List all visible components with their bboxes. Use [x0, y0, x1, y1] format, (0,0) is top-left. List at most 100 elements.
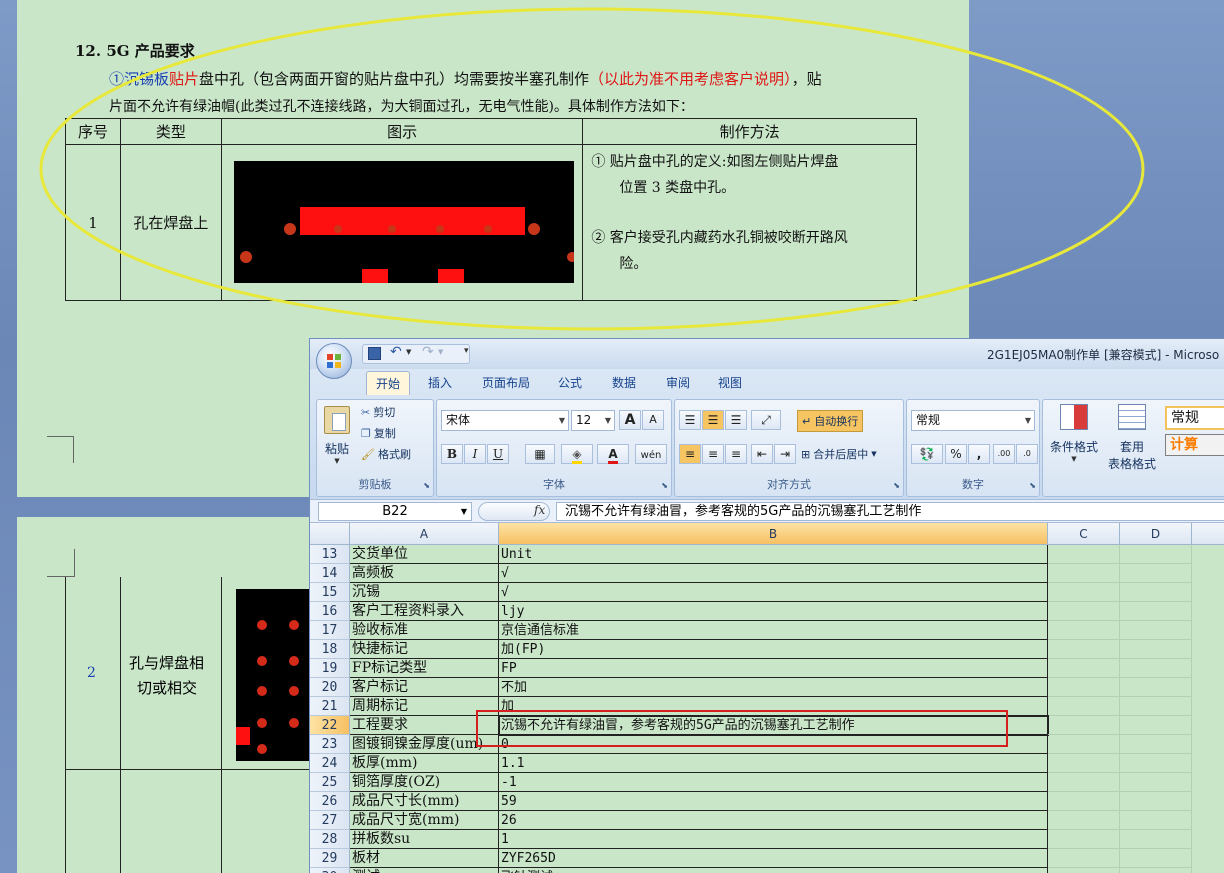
row-header[interactable]: 22 — [310, 716, 350, 735]
redo-dropdown-icon[interactable]: ▼ — [438, 348, 443, 356]
format-painter-button[interactable]: 🖌 格式刷 — [361, 446, 411, 462]
wrap-text-button[interactable]: ↵ 自动换行 — [797, 410, 864, 432]
cell-c[interactable] — [1048, 678, 1120, 697]
cell-d[interactable] — [1120, 716, 1192, 735]
customize-qat-icon[interactable]: ▾ — [464, 346, 469, 356]
undo-icon[interactable]: ↶ — [390, 344, 402, 360]
row-header[interactable]: 16 — [310, 602, 350, 621]
cell-b[interactable]: ZYF265D — [499, 849, 1048, 868]
save-icon[interactable] — [368, 347, 381, 360]
cell-d[interactable] — [1120, 659, 1192, 678]
row-header[interactable]: 26 — [310, 792, 350, 811]
row-header[interactable]: 13 — [310, 545, 350, 564]
align-bottom-button[interactable]: ☰ — [725, 410, 747, 430]
row-header[interactable]: 14 — [310, 564, 350, 583]
cell-d[interactable] — [1120, 545, 1192, 564]
tab-insert[interactable]: 插入 — [420, 371, 460, 395]
tab-review[interactable]: 审阅 — [660, 371, 696, 395]
cell-d[interactable] — [1120, 754, 1192, 773]
currency-button[interactable]: 💱 — [911, 444, 943, 464]
cell-c[interactable] — [1048, 868, 1120, 873]
cell-d[interactable] — [1120, 773, 1192, 792]
spreadsheet-grid[interactable]: A B C D 13 交货单位 Unit 14 高频板 √ 15 沉锡 √ 16 客户工程资料录入 l… — [310, 523, 1224, 873]
cell-b[interactable]: ljy — [499, 602, 1048, 621]
align-right-button[interactable]: ≡ — [725, 444, 747, 464]
row-header[interactable]: 30 — [310, 868, 350, 873]
cell-b[interactable]: √ — [499, 583, 1048, 602]
column-header-d[interactable]: D — [1120, 523, 1192, 545]
decrease-decimal-button[interactable]: .0 — [1016, 444, 1038, 464]
align-center-button[interactable]: ≡ — [702, 444, 724, 464]
alignment-launcher-icon[interactable]: ⬊ — [893, 481, 900, 490]
cell-a[interactable]: 客户工程资料录入 — [350, 602, 499, 621]
percent-button[interactable]: % — [945, 444, 967, 464]
cell-b[interactable]: 26 — [499, 811, 1048, 830]
row-header[interactable]: 15 — [310, 583, 350, 602]
cell-a[interactable]: 拼板数su — [350, 830, 499, 849]
redo-icon[interactable]: ↷ — [422, 344, 434, 360]
insert-function-icon[interactable]: fx — [534, 503, 545, 517]
cell-style-calculation[interactable]: 计算 — [1165, 434, 1224, 456]
row-header[interactable]: 24 — [310, 754, 350, 773]
cell-d[interactable] — [1120, 678, 1192, 697]
cell-d[interactable] — [1120, 735, 1192, 754]
cell-a[interactable]: 沉锡 — [350, 583, 499, 602]
clipboard-launcher-icon[interactable]: ⬊ — [423, 481, 430, 490]
column-header-e[interactable] — [1192, 523, 1224, 545]
tab-view[interactable]: 视图 — [712, 371, 748, 395]
cell-b[interactable]: FP — [499, 659, 1048, 678]
paste-button[interactable]: 粘贴 ▼ — [321, 404, 353, 468]
align-middle-button[interactable]: ☰ — [702, 410, 724, 430]
font-size-select[interactable]: 12 ▼ — [571, 410, 615, 431]
cell-b[interactable]: √ — [499, 564, 1048, 583]
grow-font-button[interactable]: A — [619, 410, 641, 430]
cell-a[interactable]: 测试 — [350, 868, 499, 873]
cell-c[interactable] — [1048, 659, 1120, 678]
font-color-button[interactable]: A — [597, 444, 629, 464]
cell-a[interactable]: 成品尺寸长(mm) — [350, 792, 499, 811]
cell-a[interactable]: 高频板 — [350, 564, 499, 583]
tab-home[interactable]: 开始 — [366, 371, 410, 395]
cell-b[interactable]: 京信通信标准 — [499, 621, 1048, 640]
cell-b[interactable]: 1 — [499, 830, 1048, 849]
cell-d[interactable] — [1120, 868, 1192, 873]
decrease-indent-button[interactable]: ⇤ — [751, 444, 773, 464]
cell-a[interactable]: 板材 — [350, 849, 499, 868]
borders-button[interactable]: ▦ — [525, 444, 555, 464]
cell-a[interactable]: 快捷标记 — [350, 640, 499, 659]
row-header[interactable]: 23 — [310, 735, 350, 754]
cell-c[interactable] — [1048, 754, 1120, 773]
cell-d[interactable] — [1120, 697, 1192, 716]
column-header-c[interactable]: C — [1048, 523, 1120, 545]
increase-decimal-button[interactable]: .00 — [993, 444, 1015, 464]
row-header[interactable]: 21 — [310, 697, 350, 716]
column-header-a[interactable]: A — [350, 523, 499, 545]
cell-a[interactable]: 客户标记 — [350, 678, 499, 697]
increase-indent-button[interactable]: ⇥ — [774, 444, 796, 464]
cell-d[interactable] — [1120, 564, 1192, 583]
cell-d[interactable] — [1120, 792, 1192, 811]
cell-c[interactable] — [1048, 564, 1120, 583]
cell-a[interactable]: 板厚(mm) — [350, 754, 499, 773]
number-launcher-icon[interactable]: ⬊ — [1029, 481, 1036, 490]
cell-d[interactable] — [1120, 621, 1192, 640]
cell-d[interactable] — [1120, 811, 1192, 830]
row-header[interactable]: 29 — [310, 849, 350, 868]
cell-d[interactable] — [1120, 583, 1192, 602]
select-all-corner[interactable] — [310, 523, 350, 545]
align-top-button[interactable]: ☰ — [679, 410, 701, 430]
copy-button[interactable]: ❐ 复制 — [361, 425, 396, 441]
cell-c[interactable] — [1048, 849, 1120, 868]
cell-c[interactable] — [1048, 621, 1120, 640]
cell-a[interactable]: 验收标准 — [350, 621, 499, 640]
cell-c[interactable] — [1048, 830, 1120, 849]
cell-c[interactable] — [1048, 583, 1120, 602]
row-header[interactable]: 20 — [310, 678, 350, 697]
cell-d[interactable] — [1120, 830, 1192, 849]
undo-dropdown-icon[interactable]: ▼ — [406, 348, 411, 356]
bold-button[interactable]: B — [441, 444, 463, 464]
format-as-table-button[interactable]: 套用 表格格式 — [1103, 404, 1161, 472]
cell-c[interactable] — [1048, 602, 1120, 621]
cell-b[interactable]: 59 — [499, 792, 1048, 811]
row-header[interactable]: 27 — [310, 811, 350, 830]
